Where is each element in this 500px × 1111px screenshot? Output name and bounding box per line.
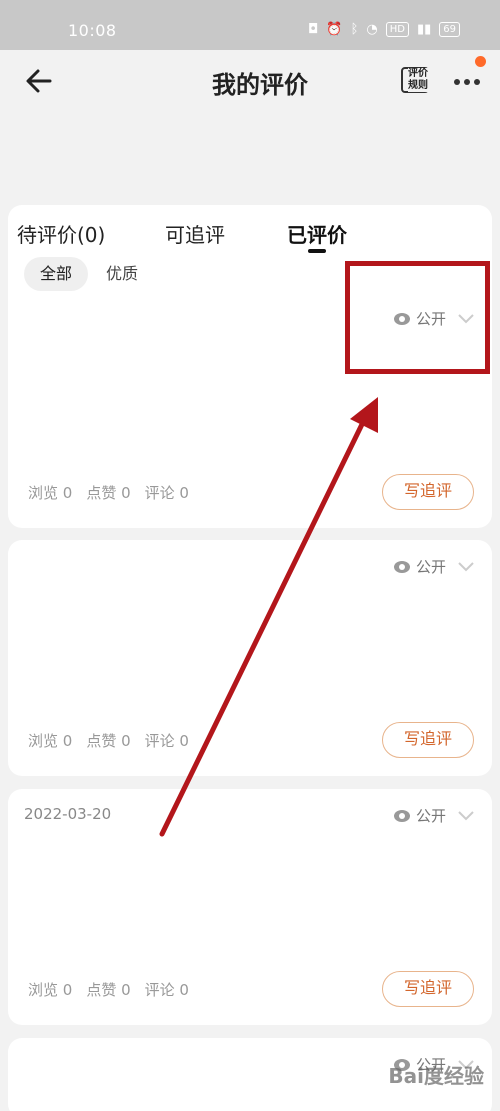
watermark: Bai度经验 <box>388 1064 484 1088</box>
alarm-icon: ⏰ <box>326 22 343 37</box>
review-stats: 浏览 0 点赞 0 评论 0 <box>28 730 189 751</box>
filter-quality[interactable]: 优质 <box>90 257 154 291</box>
more-button[interactable] <box>450 56 486 98</box>
more-dot-icon <box>454 79 460 85</box>
notification-badge <box>475 56 486 67</box>
visibility-toggle[interactable]: 公开 <box>393 805 474 826</box>
nfc-icon: ◘ <box>308 22 319 37</box>
visibility-label: 公开 <box>415 558 446 576</box>
status-icons: ◘ ⏰ ᛒ ◔ HD ▮▮ 69 <box>308 22 460 37</box>
tab-reviewed[interactable]: 已评价 <box>287 219 347 248</box>
active-tab-indicator <box>308 249 326 253</box>
eye-icon <box>393 809 410 822</box>
eye-icon <box>393 560 410 573</box>
likes-count: 点赞 0 <box>86 484 131 502</box>
wifi-icon: ◔ <box>366 22 378 37</box>
battery-icon: 69 <box>439 22 460 37</box>
review-card: 公开 浏览 0 点赞 0 评论 0 写追评 <box>8 540 492 776</box>
more-dot-icon <box>464 79 470 85</box>
review-card: 2022-03-20 公开 浏览 0 点赞 0 评论 0 写追评 <box>8 789 492 1025</box>
write-followup-button[interactable]: 写追评 <box>382 722 474 758</box>
visibility-label: 公开 <box>415 807 446 825</box>
nav-bar: 我的评价 评价规则 <box>0 50 500 110</box>
status-bar: 10:08 ◘ ⏰ ᛒ ◔ HD ▮▮ 69 <box>0 0 500 50</box>
status-time: 10:08 <box>68 21 117 40</box>
views-count: 浏览 0 <box>28 732 73 750</box>
review-date: 2022-03-20 <box>24 805 112 823</box>
review-stats: 浏览 0 点赞 0 评论 0 <box>28 482 189 503</box>
bluetooth-icon: ᛒ <box>350 22 359 37</box>
tab-followup[interactable]: 可追评 <box>165 219 225 248</box>
more-dot-icon <box>474 79 480 85</box>
comments-count: 评论 0 <box>144 981 189 999</box>
signal-icon: ▮▮ <box>416 22 432 37</box>
filter-all[interactable]: 全部 <box>24 257 89 291</box>
visibility-toggle[interactable]: 公开 <box>393 556 474 577</box>
write-followup-button[interactable]: 写追评 <box>382 971 474 1007</box>
review-stats: 浏览 0 点赞 0 评论 0 <box>28 979 189 1000</box>
chevron-down-icon <box>458 561 474 571</box>
chevron-down-icon <box>458 810 474 820</box>
likes-count: 点赞 0 <box>86 981 131 999</box>
network-badge: HD <box>385 22 409 37</box>
likes-count: 点赞 0 <box>86 732 131 750</box>
comments-count: 评论 0 <box>144 484 189 502</box>
rules-label: 评价规则 <box>408 68 436 92</box>
write-followup-button[interactable]: 写追评 <box>382 474 474 510</box>
annotation-highlight-box <box>345 261 490 374</box>
views-count: 浏览 0 <box>28 484 73 502</box>
tab-bar: 待评价(0) 可追评 已评价 <box>8 205 492 255</box>
review-rules-button[interactable]: 评价规则 <box>398 64 436 98</box>
tab-pending[interactable]: 待评价(0) <box>17 219 105 248</box>
views-count: 浏览 0 <box>28 981 73 999</box>
comments-count: 评论 0 <box>144 732 189 750</box>
